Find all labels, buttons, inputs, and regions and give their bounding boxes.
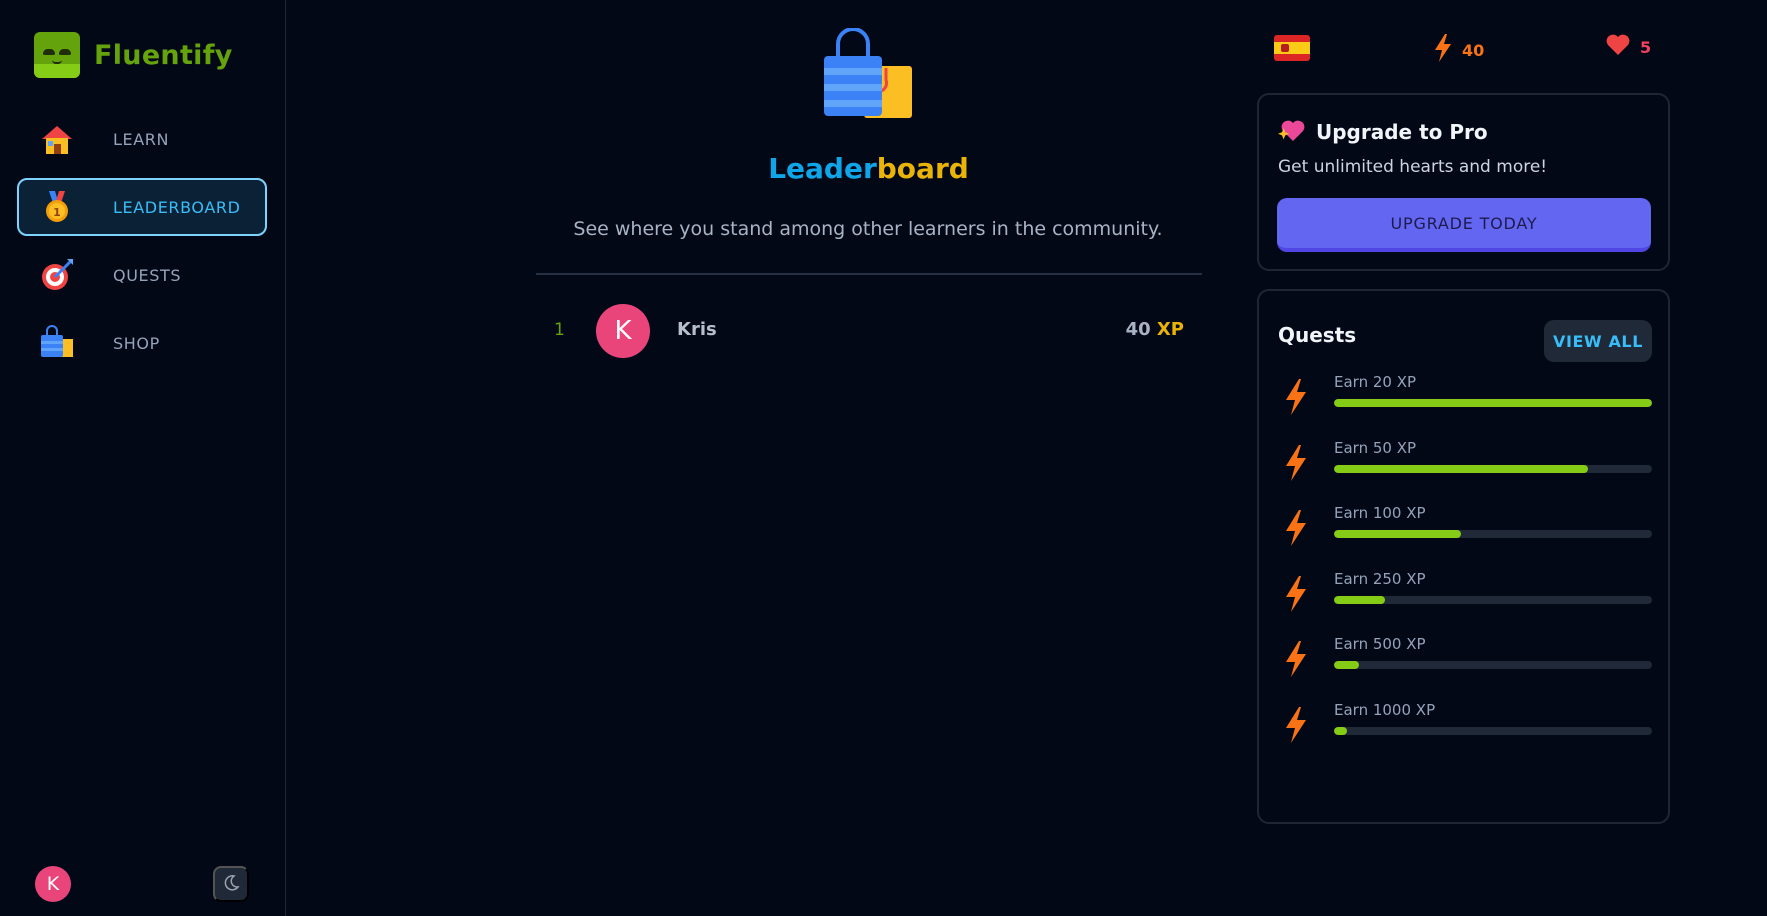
quest-item[interactable]: Earn 1000 XP <box>1278 701 1653 751</box>
quest-progress-fill <box>1334 399 1652 407</box>
quest-label: Earn 500 XP <box>1334 635 1426 653</box>
quest-progress-bar <box>1334 726 1652 735</box>
quest-progress-fill <box>1334 595 1385 604</box>
quest-item[interactable]: Earn 500 XP <box>1278 635 1653 685</box>
brand[interactable]: Fluentify <box>34 32 233 78</box>
quest-item[interactable]: Earn 100 XP <box>1278 504 1653 554</box>
quest-progress-bar <box>1334 399 1652 407</box>
sidebar-item-leaderboard[interactable]: 1 LEADERBOARD <box>17 178 267 236</box>
quest-label: Earn 50 XP <box>1334 438 1417 457</box>
quest-label: Earn 1000 XP <box>1334 700 1436 719</box>
quest-progress-bar <box>1334 595 1652 604</box>
medal-icon: 1 <box>39 189 75 225</box>
lightning-icon <box>1284 706 1308 743</box>
user-name: Kris <box>677 319 717 340</box>
sidebar: Fluentify LEARN 1 LEADERBOARD QUESTS SHO… <box>0 0 286 916</box>
quest-progress-fill <box>1334 661 1360 669</box>
sidebar-item-label: QUESTS <box>113 265 182 285</box>
sidebar-item-label: SHOP <box>113 333 160 353</box>
avatar[interactable]: K <box>35 866 71 902</box>
mascot-logo-icon <box>34 32 80 78</box>
rank: 1 <box>554 320 565 340</box>
sidebar-item-quests[interactable]: QUESTS <box>17 246 267 304</box>
streak-stat[interactable]: 40 <box>1434 34 1484 66</box>
quest-progress-bar <box>1334 530 1652 538</box>
quests-card: Quests VIEW ALL Earn 20 XP Earn 50 XP Earn… <box>1257 289 1670 824</box>
quest-progress-bar <box>1334 661 1652 669</box>
heart-icon <box>1606 34 1630 60</box>
card-description: Get unlimited hearts and more! <box>1278 157 1548 177</box>
quest-progress-fill <box>1334 530 1462 538</box>
quest-item[interactable]: Earn 250 XP <box>1278 570 1653 620</box>
quest-item[interactable]: Earn 50 XP <box>1278 439 1653 489</box>
avatar: K <box>596 304 650 358</box>
spain-flag-icon[interactable] <box>1274 35 1310 61</box>
lightning-icon <box>1434 34 1452 66</box>
user-stats: 40 5 <box>1274 32 1670 66</box>
sidebar-nav: LEARN 1 LEADERBOARD QUESTS SHOP <box>17 110 267 382</box>
brand-name: Fluentify <box>94 39 233 71</box>
quest-progress-bar <box>1334 464 1652 473</box>
quest-progress-fill <box>1334 726 1347 735</box>
sparkling-heart-icon <box>1278 117 1306 147</box>
page-subtitle: See where you stand among other learners… <box>573 218 1163 240</box>
lightning-icon <box>1284 641 1308 677</box>
upgrade-button[interactable]: UPGRADE TODAY <box>1277 198 1651 252</box>
lightning-icon <box>1284 575 1308 612</box>
sidebar-item-shop[interactable]: SHOP <box>17 314 267 372</box>
sidebar-item-label: LEARN <box>113 129 170 149</box>
card-title: Quests <box>1278 323 1357 347</box>
quest-item[interactable]: Earn 20 XP <box>1278 373 1653 423</box>
card-title: Upgrade to Pro <box>1316 120 1488 144</box>
hearts-stat[interactable]: 5 <box>1606 34 1651 60</box>
svg-text:1: 1 <box>53 206 61 219</box>
theme-toggle-button[interactable] <box>213 866 249 902</box>
user-xp: 40 XP <box>1125 319 1184 340</box>
sidebar-item-label: LEADERBOARD <box>113 197 241 217</box>
target-icon <box>39 257 75 293</box>
view-all-button[interactable]: VIEW ALL <box>1544 320 1652 362</box>
quest-progress-fill <box>1334 464 1589 473</box>
lightning-icon <box>1284 510 1308 546</box>
divider <box>536 273 1202 275</box>
moon-icon <box>222 874 240 895</box>
shopping-bag-icon <box>39 325 75 361</box>
quest-label: Earn 100 XP <box>1334 504 1426 522</box>
shopping-bag-icon <box>820 27 916 122</box>
quest-label: Earn 250 XP <box>1334 569 1426 588</box>
leaderboard-row[interactable]: 1 K Kris 40 XP <box>536 300 1202 360</box>
lightning-icon <box>1284 444 1308 481</box>
lightning-icon <box>1284 379 1308 415</box>
upgrade-pro-card: Upgrade to Pro Get unlimited hearts and … <box>1257 93 1670 271</box>
quest-label: Earn 20 XP <box>1334 373 1417 391</box>
